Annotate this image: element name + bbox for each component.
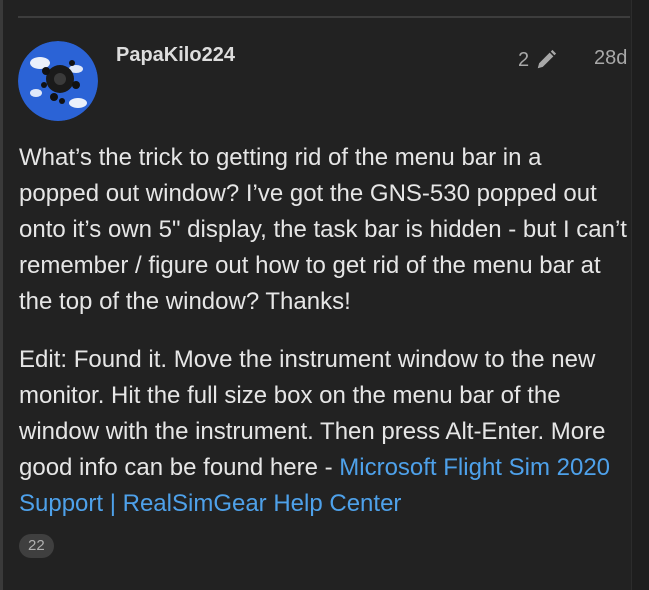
scrollbar-track[interactable] <box>631 0 649 590</box>
post-content: What’s the trick to getting rid of the m… <box>19 140 627 544</box>
avatar-icon <box>18 41 98 121</box>
edit-history-button[interactable]: 2 <box>518 47 557 73</box>
pencil-icon <box>535 49 557 71</box>
post-username[interactable]: PapaKilo224 <box>116 44 235 67</box>
post-date[interactable]: 28d <box>594 47 627 70</box>
link-click-count-badge: 22 <box>19 534 54 558</box>
post-divider <box>18 16 630 18</box>
edit-count: 2 <box>518 48 530 71</box>
left-border <box>0 0 3 590</box>
post-paragraph-2: Edit: Found it. Move the instrument wind… <box>19 342 627 522</box>
post-paragraph-1: What’s the trick to getting rid of the m… <box>19 144 627 315</box>
post-page: PapaKilo224 2 28d What’s the trick to ge… <box>0 0 649 590</box>
user-avatar[interactable] <box>18 41 98 121</box>
